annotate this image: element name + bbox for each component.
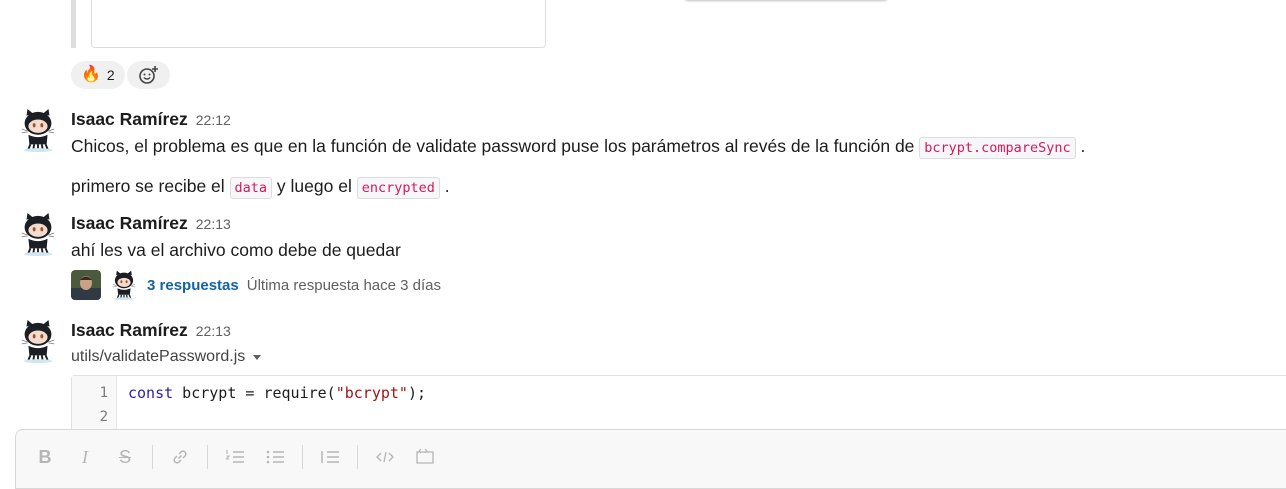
- replies-link[interactable]: 3 respuestas: [147, 277, 239, 294]
- text-segment: .: [1075, 136, 1086, 156]
- timestamp[interactable]: 22:12: [196, 112, 231, 128]
- author-name[interactable]: Isaac Ramírez: [71, 320, 188, 341]
- avatar[interactable]: [19, 319, 57, 363]
- attachment-preview[interactable]: [91, 0, 546, 48]
- text-segment: .: [439, 176, 450, 196]
- toolbar-divider: [302, 445, 303, 469]
- fire-emoji-icon: 🔥: [81, 66, 101, 83]
- text-segment: primero se recibe el: [71, 176, 230, 196]
- inline-code: encrypted: [356, 177, 440, 199]
- message-composer[interactable]: B I S: [15, 429, 1286, 489]
- text-segment: Chicos, el problema es que en la función…: [71, 136, 920, 156]
- code-text: bcrypt = require(: [173, 384, 336, 402]
- reaction-fire[interactable]: 🔥 2: [71, 61, 125, 89]
- author-name[interactable]: Isaac Ramírez: [71, 109, 188, 130]
- blockquote-icon[interactable]: [317, 444, 343, 470]
- code-text: );: [407, 384, 427, 402]
- bold-icon[interactable]: B: [32, 444, 58, 470]
- message-header: Isaac Ramírez 22:13: [71, 320, 231, 341]
- inline-code: data: [229, 177, 273, 199]
- italic-icon[interactable]: I: [72, 444, 98, 470]
- ordered-list-icon[interactable]: [222, 444, 248, 470]
- avatar[interactable]: [19, 108, 57, 152]
- avatar[interactable]: [19, 212, 57, 256]
- participant-avatar: [112, 270, 136, 300]
- bulleted-list-icon[interactable]: [262, 444, 288, 470]
- add-reaction-button[interactable]: [127, 61, 170, 89]
- timestamp[interactable]: 22:13: [196, 216, 231, 232]
- strikethrough-icon[interactable]: S: [112, 444, 138, 470]
- line-number: 2: [99, 409, 108, 425]
- message-text: primero se recibe el data y luego el enc…: [71, 176, 450, 199]
- chevron-down-icon[interactable]: [253, 354, 262, 360]
- message-header: Isaac Ramírez 22:12: [71, 109, 231, 130]
- author-name[interactable]: Isaac Ramírez: [71, 213, 188, 234]
- code-string: "bcrypt": [335, 384, 408, 402]
- text-segment: y luego el: [272, 176, 357, 196]
- code-block-icon[interactable]: [412, 444, 438, 470]
- link-icon[interactable]: [167, 444, 193, 470]
- quote-bar: [71, 0, 76, 48]
- file-title[interactable]: utils/validatePassword.js: [71, 348, 262, 366]
- last-reply-text: Última respuesta hace 3 días: [246, 276, 442, 294]
- add-emoji-icon: [138, 66, 158, 84]
- code-keyword: const: [128, 384, 174, 402]
- formatting-toolbar: B I S: [32, 444, 452, 470]
- inline-code: bcrypt.compareSync: [919, 137, 1076, 159]
- toolbar-divider: [207, 445, 208, 469]
- reaction-count: 2: [106, 67, 115, 83]
- code-line: const bcrypt = require("bcrypt");: [128, 384, 426, 402]
- code-icon[interactable]: [372, 444, 398, 470]
- toolbar-divider: [152, 445, 153, 469]
- message-header: Isaac Ramírez 22:13: [71, 213, 231, 234]
- file-name[interactable]: utils/validatePassword.js: [71, 348, 245, 366]
- line-number: 1: [99, 385, 108, 401]
- line-gutter: 1 2: [72, 376, 117, 434]
- timestamp[interactable]: 22:13: [196, 323, 231, 339]
- toolbar-divider: [357, 445, 358, 469]
- participant-avatar: [71, 270, 101, 300]
- message-text: Chicos, el problema es que en la función…: [71, 136, 1086, 159]
- thread-summary[interactable]: 3 respuestas Última respuesta hace 3 día…: [71, 270, 441, 300]
- code-snippet[interactable]: 1 2 const bcrypt = require("bcrypt");: [71, 375, 1286, 435]
- message-text: ahí les va el archivo como debe de queda…: [71, 240, 401, 260]
